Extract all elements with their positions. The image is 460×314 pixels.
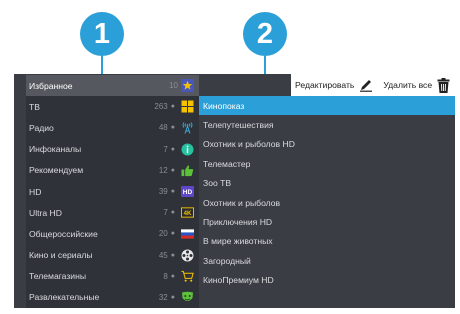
trash-icon [437, 77, 450, 93]
edit-button-label: Редактировать [295, 80, 355, 90]
category-count: 39 [158, 187, 168, 197]
category-item[interactable]: ТВ 263 ● [26, 96, 199, 117]
category-count: 45 [158, 250, 168, 260]
category-label: Ultra HD [29, 207, 62, 218]
film-reel-icon [181, 249, 194, 262]
channel-item[interactable]: Телепутешествия [199, 115, 455, 134]
category-dot: ● [170, 251, 175, 259]
category-item[interactable]: Инфоканалы 7 ● [26, 139, 199, 160]
channel-panel: Кинопоказ Телепутешествия Охотник и рыболо… [199, 74, 455, 308]
category-dot: ● [170, 145, 175, 153]
category-dot: ● [170, 230, 175, 238]
radio-antenna-icon [181, 121, 194, 135]
category-dot: ● [170, 272, 175, 280]
channel-item[interactable]: КиноПремиум HD [199, 271, 455, 290]
grid-icon [181, 100, 194, 113]
channel-item[interactable]: Приключения HD [199, 212, 455, 231]
callout-2-leader [264, 56, 266, 75]
hd-icon: HD [181, 185, 194, 198]
category-count: 12 [158, 165, 168, 175]
tv-channel-screen: Избранное 10 ТВ 263 ● Радио 48 ● Инфоканалы 7 ● Рек… [14, 74, 455, 308]
category-dot: ● [170, 103, 175, 111]
edit-button[interactable]: Редактировать [291, 74, 373, 96]
category-dot: ● [170, 293, 175, 301]
category-dot: ● [170, 188, 175, 196]
category-item[interactable]: HD 39 ● HD [26, 181, 199, 202]
category-label: Развлекательные [29, 292, 100, 303]
category-count: 7 [163, 208, 168, 218]
category-count: 32 [158, 292, 168, 302]
category-count: 20 [158, 229, 168, 239]
category-item[interactable]: Телемагазины 8 ● [26, 266, 199, 287]
thumbs-up-icon [181, 164, 194, 177]
category-label: Радио [29, 122, 54, 133]
category-count: 8 [163, 271, 168, 281]
channel-item[interactable]: Охотник и рыболов HD [199, 135, 455, 154]
category-label: Избранное [29, 80, 73, 91]
delete-all-button[interactable]: Удалить все [379, 74, 450, 96]
channel-list: Кинопоказ Телепутешествия Охотник и рыболо… [199, 96, 455, 290]
callout-1: 1 [80, 12, 124, 56]
category-label: Телемагазины [29, 271, 87, 282]
channel-item[interactable]: Кинопоказ [199, 96, 455, 116]
category-item[interactable]: Рекомендуем 12 ● [26, 160, 199, 181]
russian-flag-icon [181, 227, 194, 240]
category-label: HD [29, 186, 42, 197]
channel-item[interactable]: Зоо ТВ [199, 174, 455, 193]
svg-text:4K: 4K [184, 211, 192, 217]
category-label: Общероссийские [29, 228, 98, 239]
category-count: 48 [158, 123, 168, 133]
category-label: Инфоканалы [29, 144, 82, 155]
info-icon [181, 143, 194, 156]
theater-mask-icon [181, 291, 194, 304]
pencil-icon [359, 78, 373, 92]
delete-all-button-label: Удалить все [383, 80, 433, 90]
category-label: ТВ [29, 101, 40, 112]
category-dot: ● [170, 124, 175, 132]
category-item[interactable]: Общероссийские 20 ● [26, 223, 199, 244]
category-item[interactable]: Радио 48 ● [26, 117, 199, 138]
channel-toolbar: Редактировать Удалить все [291, 74, 455, 96]
category-count: 10 [169, 81, 178, 91]
channel-item[interactable]: Загородный [199, 251, 455, 270]
category-dot: ● [170, 166, 175, 174]
category-dot: ● [170, 209, 175, 217]
callout-2: 2 [243, 12, 287, 56]
svg-text:HD: HD [183, 189, 193, 196]
star-icon [181, 79, 194, 93]
category-item[interactable]: Кино и сериалы 45 ● [26, 245, 199, 266]
category-label: Рекомендуем [29, 165, 84, 176]
category-item[interactable]: Избранное 10 [26, 75, 199, 97]
category-label: Кино и сериалы [29, 250, 93, 261]
category-item[interactable]: Развлекательные 32 ● [26, 287, 199, 308]
category-list: Избранное 10 ТВ 263 ● Радио 48 ● Инфоканалы 7 ● Рек… [26, 75, 199, 308]
4k-icon: 4K [181, 206, 194, 219]
category-item[interactable]: Ultra HD 7 ● 4K [26, 202, 199, 223]
channel-item[interactable]: Телемастер [199, 154, 455, 173]
callout-1-leader [101, 56, 103, 75]
category-count: 263 [154, 102, 168, 112]
category-count: 7 [163, 144, 168, 154]
channel-item[interactable]: Охотник и рыболов [199, 193, 455, 212]
shopping-cart-icon [181, 270, 194, 283]
channel-item[interactable]: В мире животных [199, 232, 455, 251]
